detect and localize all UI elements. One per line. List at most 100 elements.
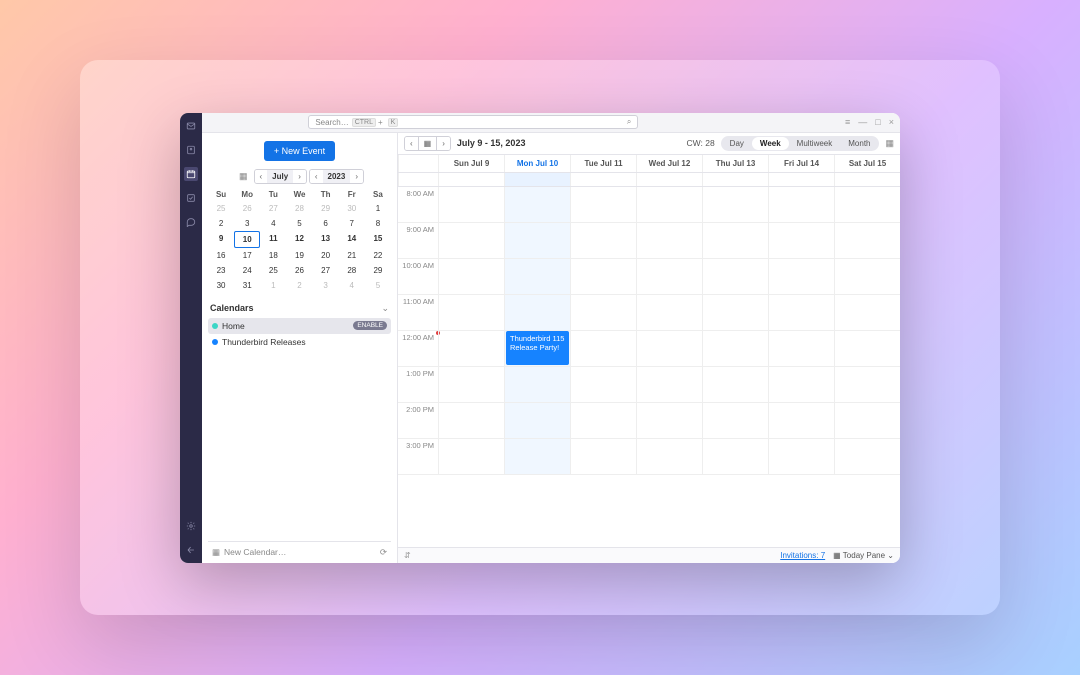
hour-cell[interactable] [438,187,504,222]
hour-cell[interactable] [834,295,900,330]
mini-cal-day[interactable]: 29 [313,201,339,216]
allday-cell[interactable] [768,173,834,186]
hour-cell[interactable] [636,295,702,330]
hour-cell[interactable] [768,439,834,474]
hour-cell[interactable] [702,259,768,294]
today-pane-button[interactable]: ▦ Today Pane ⌄ [833,551,894,560]
hour-cell[interactable] [702,295,768,330]
mini-cal-day[interactable]: 21 [339,248,365,263]
mini-cal-day[interactable]: 26 [234,201,260,216]
mini-cal-day[interactable]: 1 [260,278,286,293]
mini-cal-day[interactable]: 5 [286,216,312,231]
mini-cal-day[interactable]: 18 [260,248,286,263]
calendar-item[interactable]: Thunderbird Releases [208,334,391,350]
mini-cal-day[interactable]: 8 [365,216,391,231]
view-day[interactable]: Day [722,137,752,150]
hour-cell[interactable] [834,223,900,258]
hour-cell[interactable] [570,367,636,402]
mini-cal-day[interactable]: 1 [365,201,391,216]
hour-cell[interactable] [834,403,900,438]
mini-cal-day[interactable]: 3 [234,216,260,231]
hour-cell[interactable] [504,223,570,258]
hour-cell[interactable] [570,295,636,330]
allday-cell[interactable] [438,173,504,186]
close-icon[interactable]: × [889,117,894,127]
hour-cell[interactable] [768,331,834,366]
allday-cell[interactable] [702,173,768,186]
mini-cal-day[interactable]: 30 [208,278,234,293]
hour-cell[interactable] [438,259,504,294]
enable-badge[interactable]: ENABLE [353,321,387,330]
hour-cell[interactable] [438,367,504,402]
mini-cal-day[interactable]: 17 [234,248,260,263]
hour-cell[interactable] [438,331,504,366]
mini-cal-day[interactable]: 11 [260,231,286,248]
tasks-icon[interactable] [184,191,198,205]
hour-cell[interactable] [504,259,570,294]
chat-icon[interactable] [184,215,198,229]
mini-cal-day[interactable]: 2 [286,278,312,293]
mini-cal-day[interactable]: 4 [260,216,286,231]
mini-cal-day[interactable]: 24 [234,263,260,278]
next-week-button[interactable]: › [436,137,450,150]
mini-cal-day[interactable]: 10 [234,231,260,248]
hour-cell[interactable]: Thunderbird 115 Release Party! [504,331,570,366]
mini-cal-jump-icon[interactable]: ▦ [235,171,252,182]
day-header[interactable]: Sat Jul 15 [834,155,900,172]
view-multiweek[interactable]: Multiweek [789,137,841,150]
calendar-event[interactable]: Thunderbird 115 Release Party! [506,331,569,365]
hour-cell[interactable] [834,187,900,222]
hour-cell[interactable] [636,367,702,402]
hour-cell[interactable] [570,439,636,474]
prev-month-button[interactable]: ‹ [255,170,268,183]
allday-cell[interactable] [570,173,636,186]
day-header[interactable]: Fri Jul 14 [768,155,834,172]
hour-cell[interactable] [438,403,504,438]
mini-cal-day[interactable]: 23 [208,263,234,278]
day-header[interactable]: Tue Jul 11 [570,155,636,172]
hour-cell[interactable] [768,295,834,330]
hour-cell[interactable] [636,187,702,222]
maximize-icon[interactable]: □ [875,117,880,127]
mini-cal-day[interactable]: 5 [365,278,391,293]
mini-cal-day[interactable]: 16 [208,248,234,263]
mini-cal-day[interactable]: 2 [208,216,234,231]
day-header[interactable]: Sun Jul 9 [438,155,504,172]
month-label[interactable]: July [267,170,293,183]
mini-cal-day[interactable]: 15 [365,231,391,248]
hour-cell[interactable] [702,439,768,474]
mini-cal-day[interactable]: 27 [313,263,339,278]
mini-cal-day[interactable]: 12 [286,231,312,248]
next-month-button[interactable]: › [293,170,306,183]
search-input[interactable]: Search… CTRL + K ⌕ [308,115,638,129]
hour-cell[interactable] [504,187,570,222]
mini-cal-day[interactable]: 30 [339,201,365,216]
hour-cell[interactable] [570,331,636,366]
sync-icon[interactable]: ⟳ [380,547,387,558]
view-month[interactable]: Month [840,137,878,150]
mini-cal-day[interactable]: 20 [313,248,339,263]
day-header[interactable]: Thu Jul 13 [702,155,768,172]
mini-cal-day[interactable]: 25 [260,263,286,278]
next-year-button[interactable]: › [350,170,363,183]
hour-cell[interactable] [504,439,570,474]
hour-cell[interactable] [438,295,504,330]
mini-cal-day[interactable]: 4 [339,278,365,293]
settings-icon[interactable] [184,519,198,533]
hour-cell[interactable] [570,259,636,294]
hour-cell[interactable] [636,439,702,474]
view-week[interactable]: Week [752,137,789,150]
hour-cell[interactable] [702,331,768,366]
hour-cell[interactable] [504,403,570,438]
hour-cell[interactable] [702,187,768,222]
mini-cal-day[interactable]: 14 [339,231,365,248]
mini-cal-day[interactable]: 13 [313,231,339,248]
hour-cell[interactable] [768,403,834,438]
mini-cal-day[interactable]: 28 [286,201,312,216]
hour-cell[interactable] [438,223,504,258]
hour-cell[interactable] [570,187,636,222]
mini-cal-day[interactable]: 31 [234,278,260,293]
hour-cell[interactable] [504,367,570,402]
mini-cal-day[interactable]: 6 [313,216,339,231]
hour-cell[interactable] [768,259,834,294]
